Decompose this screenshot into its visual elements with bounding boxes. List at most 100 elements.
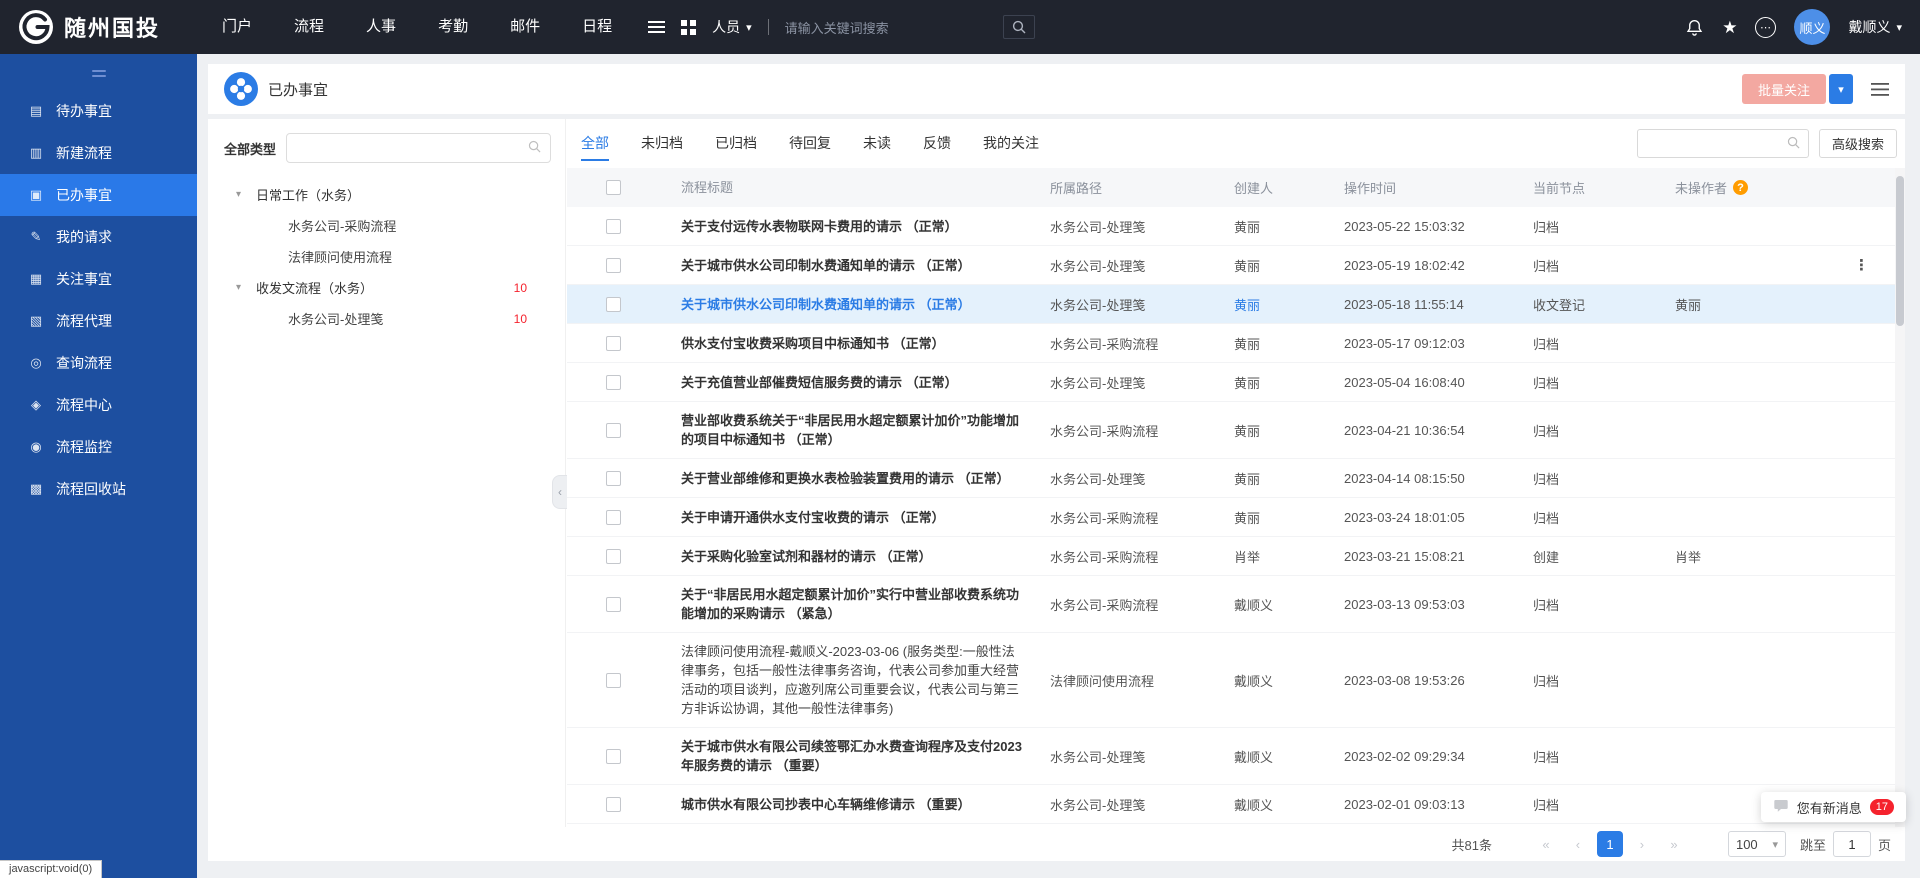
- batch-follow-dropdown-button[interactable]: ▾: [1829, 74, 1853, 104]
- sidebar-item[interactable]: ▥ 新建流程: [0, 132, 197, 174]
- help-icon[interactable]: ?: [1733, 180, 1748, 195]
- tree-node[interactable]: ▾ 法律顾问使用流程: [224, 241, 551, 272]
- top-nav-item[interactable]: 门户: [216, 0, 258, 54]
- sidebar-item[interactable]: ◉ 流程监控: [0, 426, 197, 468]
- tree-node[interactable]: ▾ 收发文流程（水务） 10: [224, 272, 551, 303]
- table-row[interactable]: 关于“非居民用水超定额累计加价”实行中营业部收费系统功能增加的采购请示 （紧急）…: [567, 576, 1905, 633]
- row-checkbox[interactable]: [606, 510, 621, 525]
- advanced-search-button[interactable]: 高级搜索: [1819, 129, 1897, 158]
- row-checkbox[interactable]: [606, 258, 621, 273]
- row-title-link[interactable]: 关于城市供水公司印制水费通知单的请示 （正常）: [659, 247, 1050, 284]
- bell-icon[interactable]: [1685, 18, 1704, 37]
- row-title-link[interactable]: 关于支付远传水表物联网卡费用的请示 （正常）: [659, 208, 1050, 245]
- row-checkbox[interactable]: [606, 219, 621, 234]
- tree-node[interactable]: ▾ 日常工作（水务）: [224, 179, 551, 210]
- tree-expand-icon[interactable]: ▾: [236, 282, 248, 293]
- table-row[interactable]: 关于城市供水有限公司续签鄂汇办水费查询程序及支付2023年服务费的请示 （重要）…: [567, 728, 1905, 785]
- avatar[interactable]: 顺义: [1794, 9, 1830, 45]
- tab[interactable]: 未读: [863, 119, 891, 168]
- row-checkbox[interactable]: [606, 673, 621, 688]
- page-size-select[interactable]: 100 ▾: [1728, 831, 1786, 857]
- tree-expand-icon[interactable]: ▾: [236, 189, 248, 200]
- table-row[interactable]: 关于城市供水公司印制水费通知单的请示 （正常） 水务公司-处理笺 黄丽 2023…: [567, 285, 1905, 324]
- magnifier-icon[interactable]: [1787, 136, 1800, 152]
- sidebar-item[interactable]: ◈ 流程中心: [0, 384, 197, 426]
- sidebar-item[interactable]: ▧ 流程代理: [0, 300, 197, 342]
- top-nav-item[interactable]: 考勤: [432, 0, 474, 54]
- sidebar-item[interactable]: ▩ 流程回收站: [0, 468, 197, 510]
- first-page-button[interactable]: «: [1533, 831, 1559, 857]
- prev-page-button[interactable]: ‹: [1565, 831, 1591, 857]
- row-checkbox[interactable]: [606, 297, 621, 312]
- table-row[interactable]: 关于营业部维修和更换水表检验装置费用的请示 （正常） 水务公司-处理笺 黄丽 2…: [567, 459, 1905, 498]
- select-all-checkbox[interactable]: [606, 180, 621, 195]
- row-title-link[interactable]: 法律顾问使用流程-戴顺义-2023-03-06 (服务类型:一般性法律事务，包括…: [659, 633, 1050, 727]
- table-row[interactable]: 城市供水有限公司抄表中心车辆维修请示 （重要） 水务公司-处理笺 戴顺义 202…: [567, 785, 1905, 824]
- row-title-link[interactable]: 城市供水有限公司抄表中心车辆维修请示 （重要）: [659, 786, 1050, 823]
- more-options-icon[interactable]: ⋯: [1755, 17, 1776, 38]
- row-title-link[interactable]: 关于充值营业部催费短信服务费的请示 （正常）: [659, 364, 1050, 401]
- tree-node[interactable]: ▾ 水务公司-处理笺 10: [224, 303, 551, 334]
- tree-node[interactable]: ▾ 水务公司-采购流程: [224, 210, 551, 241]
- table-row[interactable]: 法律顾问使用流程-戴顺义-2023-03-06 (服务类型:一般性法律事务，包括…: [567, 633, 1905, 728]
- row-checkbox[interactable]: [606, 471, 621, 486]
- row-title-link[interactable]: 关于申请开通供水支付宝收费的请示 （正常）: [659, 499, 1050, 536]
- tab[interactable]: 我的关注: [983, 119, 1039, 168]
- sidebar-collapse-handle[interactable]: [0, 64, 197, 82]
- sidebar-item[interactable]: ▤ 待办事宜: [0, 90, 197, 132]
- last-page-button[interactable]: »: [1661, 831, 1687, 857]
- scrollbar-thumb[interactable]: [1896, 176, 1904, 326]
- new-message-toast[interactable]: 您有新消息 17: [1761, 792, 1906, 822]
- row-title-link[interactable]: 关于城市供水公司印制水费通知单的请示 （正常）: [659, 286, 1050, 323]
- next-page-button[interactable]: ›: [1629, 831, 1655, 857]
- sidebar-item[interactable]: ◎ 查询流程: [0, 342, 197, 384]
- row-checkbox[interactable]: [606, 336, 621, 351]
- apps-grid-icon[interactable]: [681, 20, 696, 35]
- batch-follow-button[interactable]: 批量关注: [1742, 74, 1826, 104]
- tab[interactable]: 反馈: [923, 119, 951, 168]
- row-title-link[interactable]: 营业部收费系统关于“非居民用水超定额累计加价”功能增加的项目中标通知书 （正常）: [659, 402, 1050, 458]
- sidebar-item[interactable]: ▦ 关注事宜: [0, 258, 197, 300]
- row-checkbox[interactable]: [606, 797, 621, 812]
- jump-page-input[interactable]: [1833, 831, 1871, 857]
- top-nav-item[interactable]: 日程: [576, 0, 618, 54]
- hamburger-icon[interactable]: [648, 20, 665, 34]
- collapse-tree-button[interactable]: ‹: [552, 475, 567, 509]
- row-title-link[interactable]: 关于采购化验室试剂和器材的请示 （正常）: [659, 538, 1050, 575]
- table-row[interactable]: 供水支付宝收费采购项目中标通知书 （正常） 水务公司-采购流程 黄丽 2023-…: [567, 324, 1905, 363]
- tab[interactable]: 未归档: [641, 119, 683, 168]
- table-row[interactable]: 关于城市供水公司印制水费通知单的请示 （正常） 水务公司-处理笺 黄丽 2023…: [567, 246, 1905, 285]
- list-settings-icon[interactable]: [1871, 82, 1889, 97]
- magnifier-icon[interactable]: [528, 140, 541, 156]
- row-menu-icon[interactable]: ⋮: [1854, 256, 1869, 274]
- row-checkbox[interactable]: [606, 375, 621, 390]
- row-checkbox[interactable]: [606, 749, 621, 764]
- people-scope-dropdown[interactable]: 人员 ▾: [712, 17, 752, 37]
- row-checkbox[interactable]: [606, 597, 621, 612]
- top-nav-item[interactable]: 邮件: [504, 0, 546, 54]
- row-title-link[interactable]: 关于营业部维修和更换水表检验装置费用的请示 （正常）: [659, 460, 1050, 497]
- table-row[interactable]: 关于支付远传水表物联网卡费用的请示 （正常） 水务公司-处理笺 黄丽 2023-…: [567, 207, 1905, 246]
- top-nav-item[interactable]: 流程: [288, 0, 330, 54]
- brand[interactable]: 随州国投: [18, 9, 160, 45]
- sidebar-item[interactable]: ✎ 我的请求: [0, 216, 197, 258]
- list-search-input[interactable]: [1646, 137, 1787, 151]
- search-icon[interactable]: [1003, 15, 1035, 39]
- sidebar-item[interactable]: ▣ 已办事宜: [0, 174, 197, 216]
- row-checkbox[interactable]: [606, 423, 621, 438]
- table-row[interactable]: 关于申请开通供水支付宝收费的请示 （正常） 水务公司-采购流程 黄丽 2023-…: [567, 498, 1905, 537]
- page-number-button[interactable]: 1: [1597, 831, 1623, 857]
- user-menu[interactable]: 戴顺义 ▾: [1848, 17, 1902, 37]
- table-row[interactable]: 关于充值营业部催费短信服务费的请示 （正常） 水务公司-处理笺 黄丽 2023-…: [567, 363, 1905, 402]
- table-row[interactable]: 营业部收费系统关于“非居民用水超定额累计加价”功能增加的项目中标通知书 （正常）…: [567, 402, 1905, 459]
- tab[interactable]: 全部: [581, 119, 609, 168]
- top-nav-item[interactable]: 人事: [360, 0, 402, 54]
- tree-search-input[interactable]: [296, 141, 528, 155]
- row-title-link[interactable]: 关于城市供水有限公司续签鄂汇办水费查询程序及支付2023年服务费的请示 （重要）: [659, 728, 1050, 784]
- table-row[interactable]: 关于采购化验室试剂和器材的请示 （正常） 水务公司-采购流程 肖举 2023-0…: [567, 537, 1905, 576]
- row-title-link[interactable]: 关于“非居民用水超定额累计加价”实行中营业部收费系统功能增加的采购请示 （紧急）: [659, 576, 1050, 632]
- row-title-link[interactable]: 供水支付宝收费采购项目中标通知书 （正常）: [659, 325, 1050, 362]
- tab[interactable]: 待回复: [789, 119, 831, 168]
- row-checkbox[interactable]: [606, 549, 621, 564]
- tab[interactable]: 已归档: [715, 119, 757, 168]
